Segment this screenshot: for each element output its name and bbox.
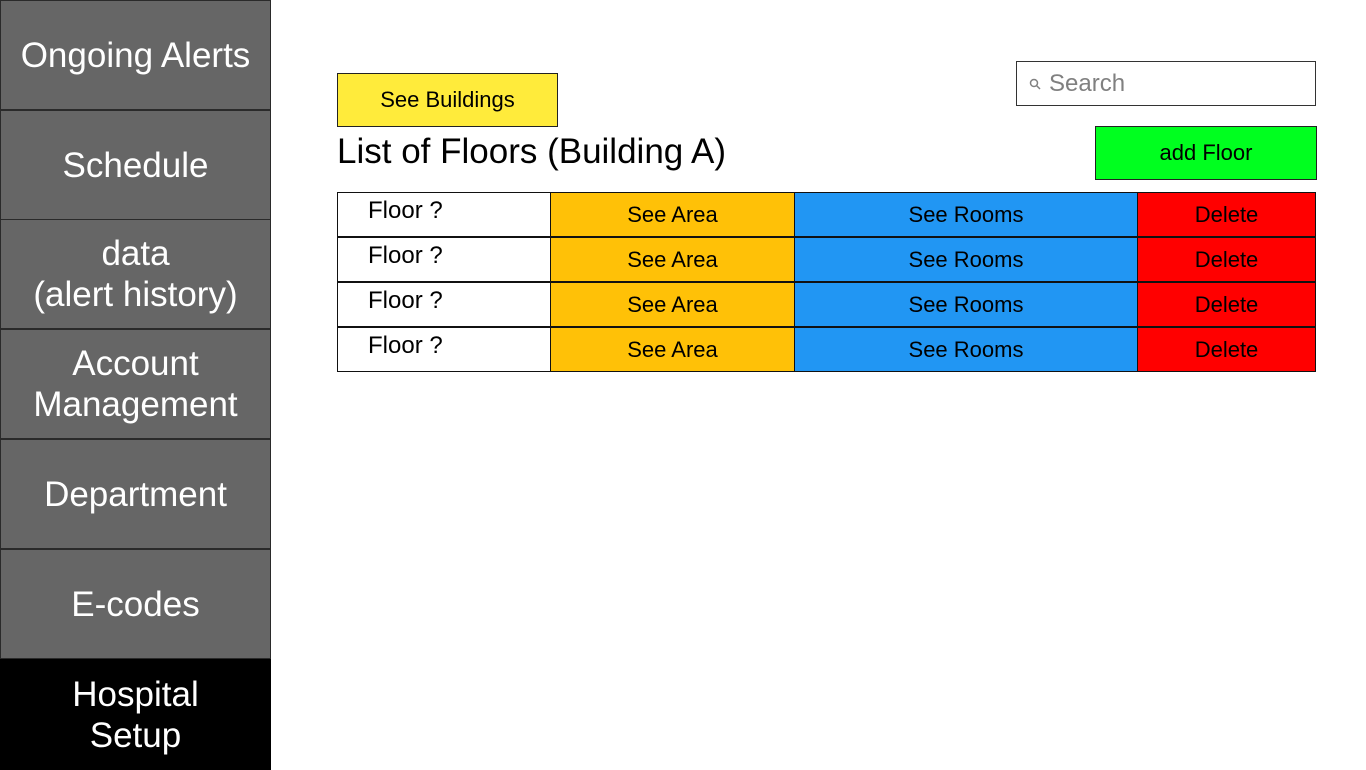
delete-button[interactable]: Delete (1137, 327, 1316, 372)
nav-schedule[interactable]: Schedule (0, 110, 271, 220)
see-rooms-button[interactable]: See Rooms (794, 192, 1138, 237)
add-floor-button[interactable]: add Floor (1095, 126, 1317, 180)
see-rooms-button[interactable]: See Rooms (794, 282, 1138, 327)
see-area-button[interactable]: See Area (550, 237, 795, 282)
nav-data-alert-history[interactable]: data (alert history) (0, 219, 271, 329)
search-input[interactable] (1049, 69, 1299, 98)
table-row: Floor ? See Area See Rooms Delete (337, 282, 1316, 327)
page-title: List of Floors (Building A) (337, 132, 727, 171)
search-box (1016, 61, 1316, 106)
nav-e-codes[interactable]: E-codes (0, 549, 271, 659)
see-rooms-button[interactable]: See Rooms (794, 327, 1138, 372)
delete-button[interactable]: Delete (1137, 282, 1316, 327)
delete-button[interactable]: Delete (1137, 192, 1316, 237)
nav-department[interactable]: Department (0, 439, 271, 549)
see-area-button[interactable]: See Area (550, 327, 795, 372)
sidebar: Ongoing Alerts Schedule data (alert hist… (0, 0, 271, 770)
see-buildings-button[interactable]: See Buildings (337, 73, 558, 127)
nav-hospital-setup[interactable]: Hospital Setup (0, 659, 271, 770)
nav-account-management[interactable]: Account Management (0, 329, 271, 439)
nav-ongoing-alerts[interactable]: Ongoing Alerts (0, 0, 271, 110)
floor-name: Floor ? (337, 192, 551, 237)
see-area-button[interactable]: See Area (550, 192, 795, 237)
floor-name: Floor ? (337, 327, 551, 372)
see-rooms-button[interactable]: See Rooms (794, 237, 1138, 282)
see-area-button[interactable]: See Area (550, 282, 795, 327)
table-row: Floor ? See Area See Rooms Delete (337, 192, 1316, 237)
delete-button[interactable]: Delete (1137, 237, 1316, 282)
table-row: Floor ? See Area See Rooms Delete (337, 237, 1316, 282)
table-row: Floor ? See Area See Rooms Delete (337, 327, 1316, 372)
search-icon (1029, 78, 1041, 90)
floor-name: Floor ? (337, 282, 551, 327)
floor-name: Floor ? (337, 237, 551, 282)
